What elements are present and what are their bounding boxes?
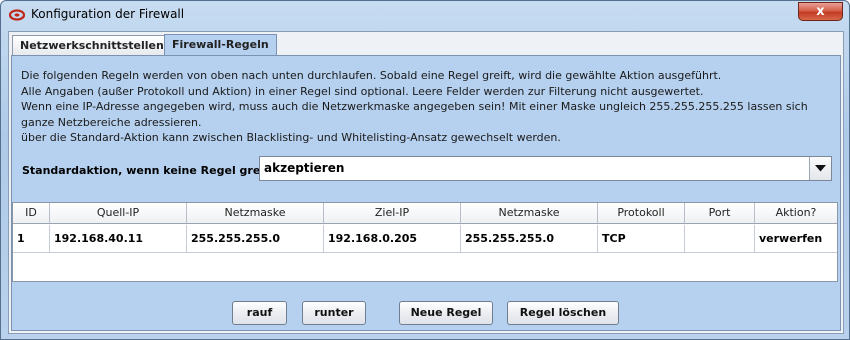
window-title: Konfiguration der Firewall	[31, 7, 185, 21]
cell-netzmaske-source[interactable]: 255.255.255.0	[187, 225, 324, 253]
column-header-port[interactable]: Port	[685, 203, 755, 224]
cell-id[interactable]: 1	[13, 225, 50, 253]
description-text: Die folgenden Regeln werden von oben nac…	[21, 68, 833, 146]
delete-rule-button[interactable]: Regel löschen	[507, 301, 619, 325]
close-button[interactable]: x	[798, 2, 843, 21]
cell-ziel-ip[interactable]: 192.168.0.205	[324, 225, 461, 253]
firewall-config-window: Konfiguration der Firewall x Netzwerksch…	[0, 0, 850, 340]
dropdown-arrow-icon[interactable]	[809, 157, 831, 180]
cell-netzmaske-target[interactable]: 255.255.255.0	[461, 225, 598, 253]
rules-table[interactable]: ID Quell-IP Netzmaske Ziel-IP Netzmaske …	[12, 202, 838, 282]
firewall-app-icon	[9, 9, 25, 21]
column-header-quell-ip[interactable]: Quell-IP	[50, 203, 187, 224]
window-content: Netzwerkschnittstellen Firewall-Regeln D…	[8, 31, 844, 334]
description-line: Die folgenden Regeln werden von oben nac…	[21, 69, 722, 82]
column-header-id[interactable]: ID	[13, 203, 50, 224]
table-row[interactable]: 1 192.168.40.11 255.255.255.0 192.168.0.…	[13, 225, 839, 253]
firewall-rules-panel: Die folgenden Regeln werden von oben nac…	[11, 55, 841, 331]
column-header-aktion[interactable]: Aktion?	[755, 203, 837, 224]
cell-protokoll[interactable]: TCP	[598, 225, 685, 253]
cell-quell-ip[interactable]: 192.168.40.11	[50, 225, 187, 253]
description-line: über die Standard-Aktion kann zwischen B…	[21, 131, 561, 144]
default-action-select[interactable]: akzeptieren	[259, 156, 832, 181]
new-rule-button[interactable]: Neue Regel	[399, 301, 493, 325]
move-down-button[interactable]: runter	[302, 301, 366, 325]
tab-firewall-regeln[interactable]: Firewall-Regeln	[164, 34, 277, 56]
tab-netzwerkschnittstellen[interactable]: Netzwerkschnittstellen	[12, 35, 172, 55]
table-header: ID Quell-IP Netzmaske Ziel-IP Netzmaske …	[13, 203, 839, 225]
move-up-button[interactable]: rauf	[232, 301, 287, 325]
description-line: ganze Netzbereiche adressieren.	[21, 115, 202, 129]
column-header-netzmaske-source[interactable]: Netzmaske	[187, 203, 324, 224]
description-line: Alle Angaben (außer Protokoll und Aktion…	[21, 84, 704, 98]
column-header-ziel-ip[interactable]: Ziel-IP	[324, 203, 461, 224]
description-line: Wenn eine IP-Adresse angegeben wird, mus…	[21, 100, 808, 113]
column-header-netzmaske-target[interactable]: Netzmaske	[461, 203, 598, 224]
default-action-value: akzeptieren	[264, 161, 345, 175]
column-header-protokoll[interactable]: Protokoll	[598, 203, 685, 224]
cell-aktion[interactable]: verwerfen	[755, 225, 837, 253]
cell-port[interactable]	[685, 225, 755, 253]
default-action-label: Standardaktion, wenn keine Regel greift:	[22, 164, 279, 177]
title-bar[interactable]: Konfiguration der Firewall x	[1, 1, 849, 29]
